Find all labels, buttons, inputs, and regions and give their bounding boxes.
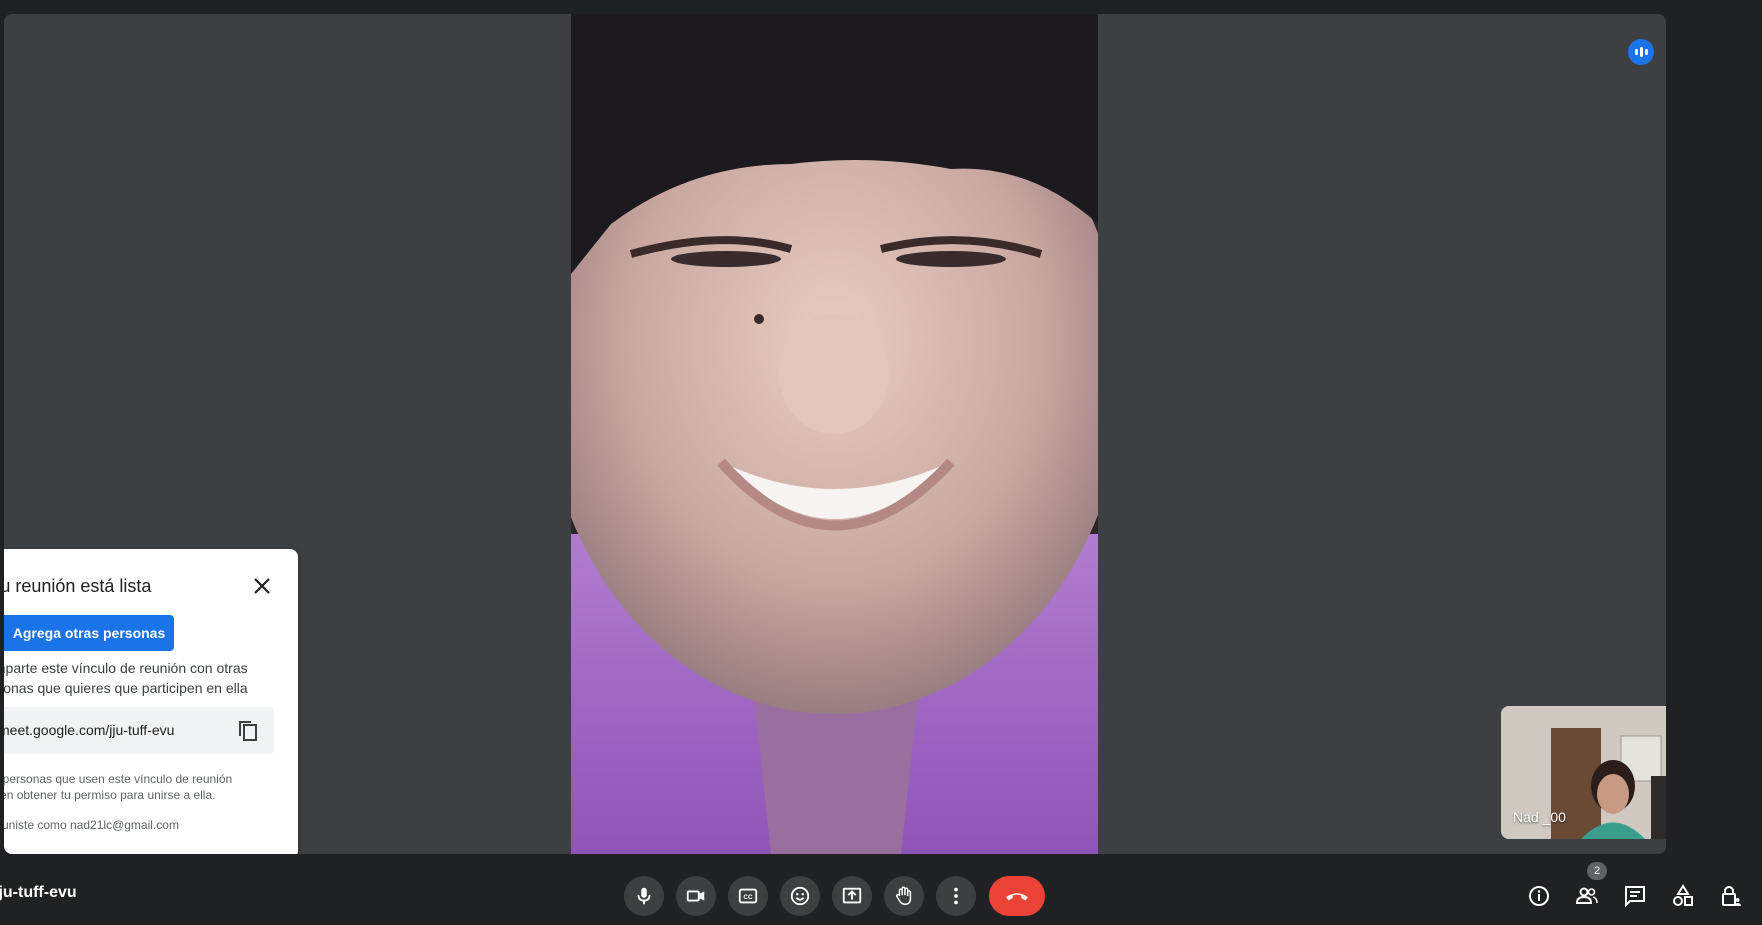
camera-button[interactable] xyxy=(676,876,716,916)
share-instructions: Comparte este vínculo de reunión con otr… xyxy=(4,660,248,696)
leave-call-button[interactable] xyxy=(989,876,1045,916)
self-name-label: Nad _00 xyxy=(1513,809,1566,825)
participant-face-image xyxy=(571,14,1098,854)
video-stage: Tu reunión está lista Agrega otras perso… xyxy=(4,14,1666,854)
chat-icon xyxy=(1625,886,1645,908)
meeting-link: meet.google.com/jju-tuff-evu xyxy=(4,722,175,738)
meeting-code: jju-tuff-evu xyxy=(0,884,77,901)
dialog-title: Tu reunión está lista xyxy=(4,576,152,596)
permission-note: Las personas que usen este vínculo de re… xyxy=(4,772,233,802)
participant-video-main xyxy=(571,14,1098,854)
speaking-indicator-icon xyxy=(1628,39,1654,65)
self-view-tile[interactable]: Nad _00 xyxy=(1501,706,1666,839)
meeting-details-button[interactable] xyxy=(1523,880,1555,912)
add-people-button[interactable]: Agrega otras personas xyxy=(4,615,174,651)
cc-icon: CC xyxy=(738,888,758,904)
present-button[interactable] xyxy=(832,876,872,916)
raise-hand-button[interactable] xyxy=(884,876,924,916)
videocam-icon xyxy=(686,890,705,902)
people-button[interactable] xyxy=(1571,880,1603,912)
more-vert-icon xyxy=(954,887,958,905)
present-screen-icon xyxy=(842,887,862,904)
people-count-badge: 2 xyxy=(1587,862,1607,880)
reactions-button[interactable] xyxy=(780,876,820,916)
lock-person-icon xyxy=(1722,886,1741,906)
more-options-button[interactable] xyxy=(936,876,976,916)
microphone-button[interactable] xyxy=(624,876,664,916)
hand-icon xyxy=(895,886,912,905)
meeting-ready-dialog: Tu reunión está lista Agrega otras perso… xyxy=(4,549,298,854)
mic-icon xyxy=(637,887,651,905)
shapes-icon xyxy=(1673,884,1693,906)
joined-as-text: Te uniste como nad21lc@gmail.com xyxy=(4,818,179,832)
info-icon xyxy=(1529,886,1549,906)
copy-icon[interactable] xyxy=(236,719,260,743)
call-end-icon xyxy=(1006,893,1028,901)
close-icon[interactable] xyxy=(247,571,277,601)
emoji-icon xyxy=(790,886,810,906)
captions-button[interactable]: CC xyxy=(728,876,768,916)
meeting-link-box: meet.google.com/jju-tuff-evu xyxy=(4,707,274,754)
host-controls-button[interactable] xyxy=(1715,880,1747,912)
chat-button[interactable] xyxy=(1619,880,1651,912)
activities-button[interactable] xyxy=(1667,880,1699,912)
svg-text:CC: CC xyxy=(743,894,753,901)
people-icon xyxy=(1575,887,1598,904)
